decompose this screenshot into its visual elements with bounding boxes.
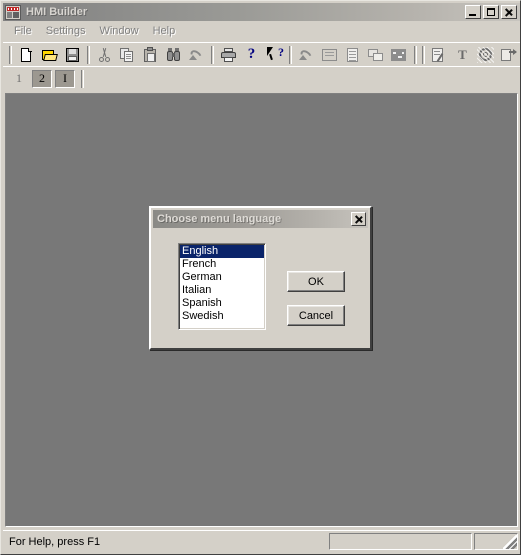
save-button[interactable] bbox=[61, 44, 84, 66]
copy-button[interactable] bbox=[116, 44, 139, 66]
cancel-button[interactable]: Cancel bbox=[287, 305, 345, 326]
mode-button-1[interactable]: 1 bbox=[9, 69, 29, 88]
dialog-close-button[interactable] bbox=[351, 212, 366, 226]
block-list-button[interactable] bbox=[341, 44, 364, 66]
connect-nodes-icon bbox=[298, 47, 315, 63]
mode-button-text[interactable]: I bbox=[55, 69, 75, 88]
window-title: HMI Builder bbox=[26, 6, 88, 18]
help-button[interactable]: ? bbox=[240, 44, 263, 66]
image-button[interactable] bbox=[387, 44, 410, 66]
bitmap-image-icon bbox=[390, 47, 407, 63]
binoculars-find-icon bbox=[165, 47, 182, 63]
text-tool-icon: T bbox=[458, 46, 467, 62]
status-message: For Help, press F1 bbox=[9, 535, 101, 548]
menu-item-settings[interactable]: Settings bbox=[39, 23, 93, 39]
resize-grip-icon[interactable] bbox=[503, 535, 517, 549]
toolbar-separator bbox=[211, 45, 214, 64]
arrow-question-icon: ? bbox=[266, 45, 284, 63]
find-button[interactable] bbox=[162, 44, 185, 66]
gear-settings-icon bbox=[477, 46, 494, 63]
list-item[interactable]: Spanish bbox=[180, 297, 264, 310]
menu-item-window[interactable]: Window bbox=[92, 23, 145, 39]
ok-button[interactable]: OK bbox=[287, 271, 345, 292]
close-button[interactable] bbox=[501, 5, 517, 19]
context-help-button[interactable]: ? bbox=[263, 44, 286, 66]
toolbar-separator bbox=[414, 45, 417, 64]
hmi-builder-app-icon bbox=[5, 4, 21, 20]
edit-note-icon bbox=[431, 47, 448, 63]
language-listbox[interactable]: English French German Italian Spanish Sw… bbox=[178, 243, 266, 330]
settings-button[interactable] bbox=[474, 44, 497, 66]
toolbar-separator bbox=[87, 45, 90, 64]
link-button[interactable] bbox=[295, 44, 318, 66]
mode-toolbar: 1 2 I bbox=[3, 66, 520, 90]
menu-item-file[interactable]: File bbox=[7, 23, 39, 39]
export-icon bbox=[500, 47, 517, 63]
main-toolbar: ? ? T bbox=[3, 42, 520, 66]
statusbar: For Help, press F1 bbox=[3, 530, 520, 552]
menu-item-help[interactable]: Help bbox=[146, 23, 183, 39]
new-document-icon bbox=[18, 47, 35, 63]
list-item[interactable]: German bbox=[180, 271, 264, 284]
scissors-icon bbox=[96, 47, 113, 63]
toolbar-separator bbox=[289, 45, 292, 64]
paste-button[interactable] bbox=[139, 44, 162, 66]
paste-clipboard-icon bbox=[142, 46, 159, 63]
window-arrange-button[interactable] bbox=[364, 44, 387, 66]
choose-language-dialog: Choose menu language English French Germ… bbox=[149, 206, 372, 350]
open-folder-icon bbox=[41, 47, 58, 63]
new-button[interactable] bbox=[15, 44, 38, 66]
question-mark-icon: ? bbox=[247, 45, 256, 62]
printer-icon bbox=[220, 47, 237, 63]
new-frame-button[interactable] bbox=[318, 44, 341, 66]
cut-button[interactable] bbox=[93, 44, 116, 66]
edit-note-button[interactable] bbox=[428, 44, 451, 66]
minimize-button[interactable] bbox=[465, 5, 481, 19]
status-pane-2 bbox=[474, 533, 518, 550]
print-button[interactable] bbox=[217, 44, 240, 66]
list-item[interactable]: Italian bbox=[180, 284, 264, 297]
toolbar-separator bbox=[422, 45, 425, 64]
list-item[interactable]: English bbox=[180, 245, 264, 258]
window-titlebar: HMI Builder bbox=[3, 3, 520, 21]
application-window: HMI Builder File Settings Window Help ? … bbox=[0, 0, 521, 555]
menubar: File Settings Window Help bbox=[3, 22, 520, 40]
copy-icon bbox=[119, 47, 136, 63]
save-floppy-icon bbox=[64, 47, 81, 63]
undo-button[interactable] bbox=[185, 44, 208, 66]
dialog-titlebar: Choose menu language bbox=[153, 210, 368, 228]
mode-button-2[interactable]: 2 bbox=[32, 69, 52, 88]
toolbar-separator bbox=[9, 45, 12, 64]
dialog-title: Choose menu language bbox=[157, 213, 282, 225]
export-button[interactable] bbox=[497, 44, 520, 66]
document-lines-icon bbox=[344, 47, 361, 63]
list-item[interactable]: Swedish bbox=[180, 310, 264, 323]
text-tool-button[interactable]: T bbox=[451, 44, 474, 66]
window-controls bbox=[465, 5, 517, 19]
status-pane-1 bbox=[329, 533, 472, 550]
undo-arrow-icon bbox=[188, 47, 205, 63]
cascade-windows-icon bbox=[367, 47, 384, 63]
maximize-button[interactable] bbox=[483, 5, 499, 19]
list-item[interactable]: French bbox=[180, 258, 264, 271]
mode-separator bbox=[81, 69, 84, 88]
new-frame-icon bbox=[321, 47, 338, 63]
open-button[interactable] bbox=[38, 44, 61, 66]
